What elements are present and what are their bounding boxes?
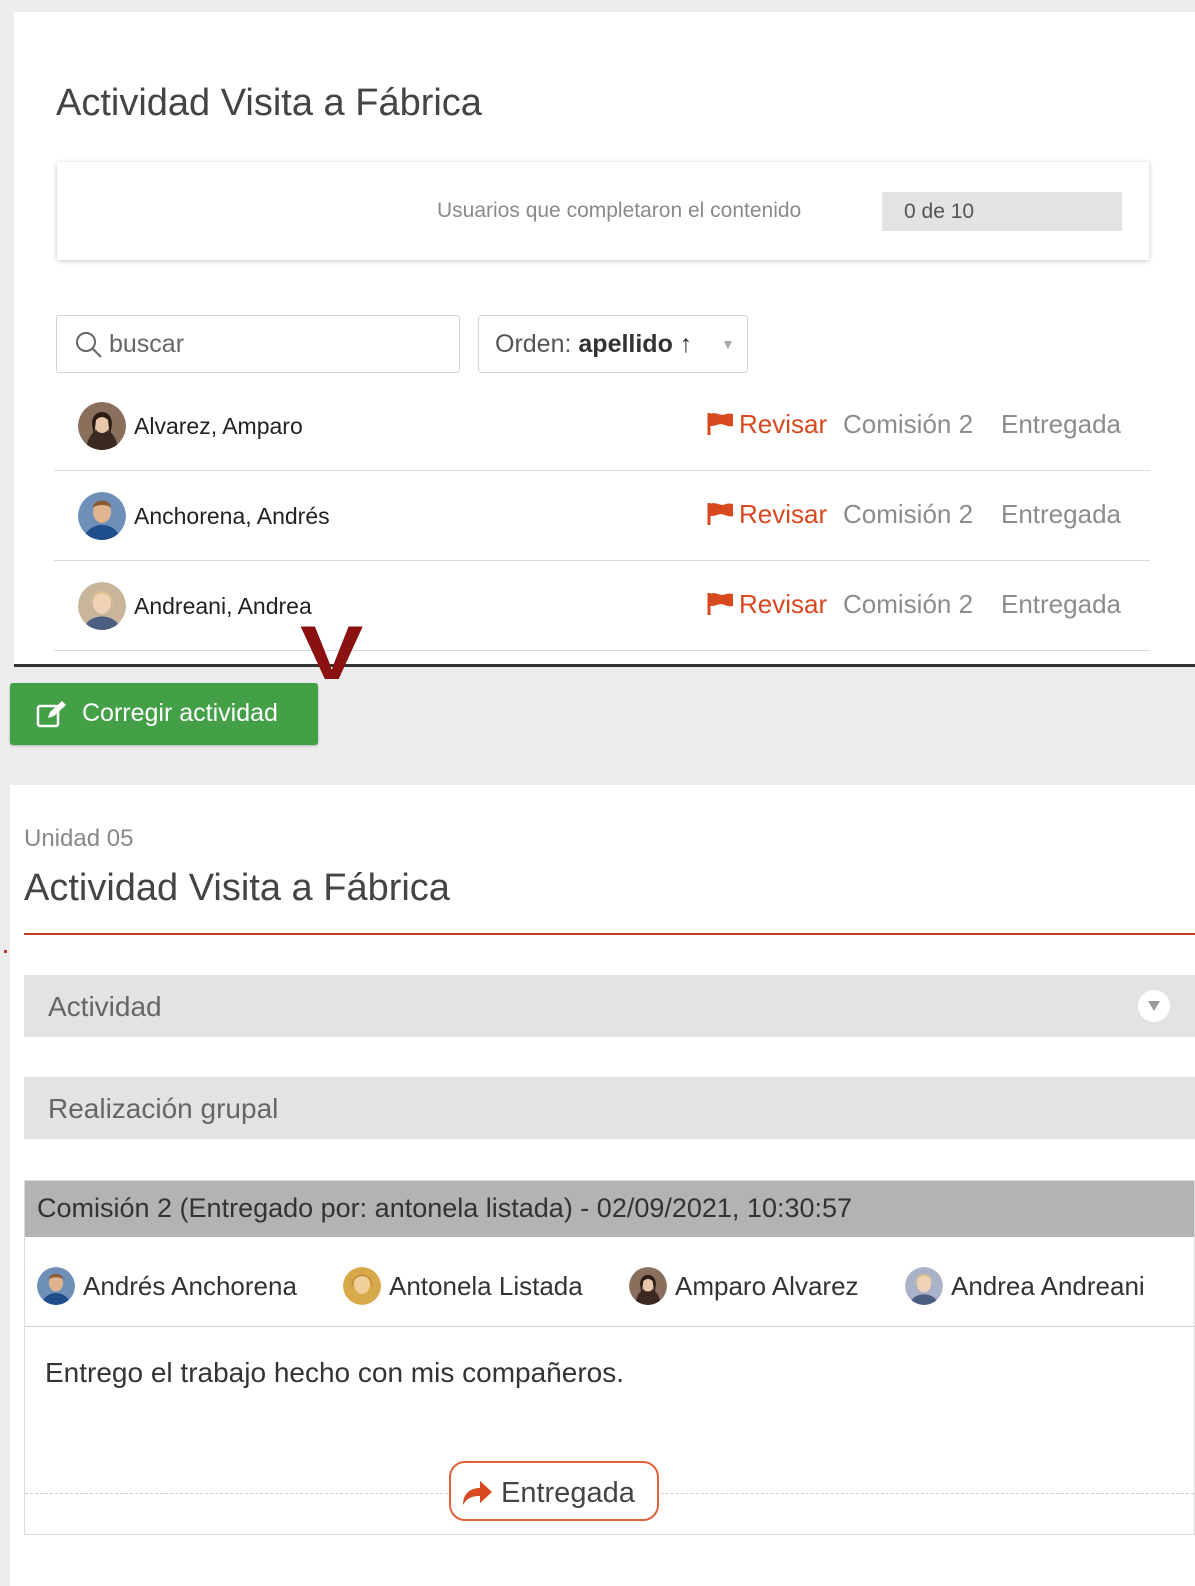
- member-name: Andrea Andreani: [951, 1271, 1145, 1301]
- divider-dot: [4, 950, 7, 953]
- student-row[interactable]: Anchorena, Andrés Revisar Comisión 2 Ent…: [54, 471, 1150, 561]
- submission-message: Entrego el trabajo hecho con mis compañe…: [45, 1357, 624, 1388]
- correct-activity-label: Corregir actividad: [82, 699, 278, 727]
- order-label: Orden:: [495, 330, 572, 358]
- group-members: Andrés Anchorena Antonela Listada Amparo…: [25, 1237, 1194, 1327]
- edit-icon: [36, 701, 66, 728]
- submissions-panel: Actividad Visita a Fábrica Usuarios que …: [14, 12, 1195, 667]
- caret-down-icon: ▼: [721, 336, 735, 352]
- annotation-mark: V: [300, 611, 364, 696]
- section-activity[interactable]: Actividad: [24, 975, 1195, 1037]
- flag-icon: [707, 413, 733, 435]
- progress-value: 0 de 10: [882, 192, 1122, 231]
- share-arrow-icon: [463, 1481, 492, 1505]
- status-label: Entregada: [1001, 589, 1121, 619]
- student-name: Andreani, Andrea: [134, 593, 312, 619]
- student-row[interactable]: Alvarez, Amparo Revisar Comisión 2 Entre…: [54, 381, 1150, 471]
- comision-label: Comisión 2: [843, 409, 974, 439]
- student-name: Anchorena, Andrés: [134, 503, 330, 529]
- member-name: Antonela Listada: [389, 1271, 583, 1301]
- avatar: [905, 1267, 943, 1305]
- member-name: Andrés Anchorena: [83, 1271, 297, 1301]
- activity-title: Actividad Visita a Fábrica: [24, 867, 450, 909]
- search-input[interactable]: buscar: [56, 315, 460, 373]
- group-submission-card: Comisión 2 (Entregado por: antonela list…: [24, 1180, 1195, 1535]
- review-link[interactable]: Revisar: [739, 589, 827, 620]
- avatar: [629, 1267, 667, 1305]
- status-label: Entregada: [1001, 409, 1121, 439]
- search-placeholder: buscar: [109, 330, 185, 358]
- correct-activity-button[interactable]: Corregir actividad: [10, 683, 318, 745]
- avatar: [78, 402, 126, 450]
- delivered-status-badge: Entregada: [449, 1461, 659, 1521]
- review-link[interactable]: Revisar: [739, 409, 827, 440]
- delivered-label: Entregada: [501, 1477, 635, 1509]
- flag-icon: [707, 503, 733, 525]
- collapse-toggle-icon[interactable]: [1138, 990, 1170, 1022]
- avatar: [37, 1267, 75, 1305]
- order-value: apellido ↑: [578, 330, 693, 358]
- avatar: [343, 1267, 381, 1305]
- comision-label: Comisión 2: [843, 499, 974, 529]
- student-name: Alvarez, Amparo: [134, 413, 303, 439]
- status-label: Entregada: [1001, 499, 1121, 529]
- activity-detail-panel: Unidad 05 Actividad Visita a Fábrica Act…: [4, 785, 1195, 1586]
- progress-card: Usuarios que completaron el contenido 0 …: [57, 162, 1149, 260]
- student-row[interactable]: Andreani, Andrea Revisar Comisión 2 Entr…: [54, 561, 1150, 651]
- section-group-work[interactable]: Realización grupal: [24, 1077, 1195, 1139]
- group-header-text: Comisión 2 (Entregado por: antonela list…: [37, 1193, 853, 1223]
- section-label: Actividad: [48, 991, 162, 1022]
- progress-label: Usuarios que completaron el contenido: [437, 199, 802, 222]
- avatar: [78, 582, 126, 630]
- page-title: Actividad Visita a Fábrica: [56, 82, 482, 124]
- unit-label: Unidad 05: [24, 825, 134, 852]
- review-link[interactable]: Revisar: [739, 499, 827, 530]
- comision-label: Comisión 2: [843, 589, 974, 619]
- section-label: Realización grupal: [48, 1093, 279, 1124]
- order-select[interactable]: Orden: apellido ↑ ▼: [478, 315, 748, 373]
- title-divider: [24, 933, 1195, 935]
- member-name: Amparo Alvarez: [675, 1271, 859, 1301]
- avatar: [78, 492, 126, 540]
- search-icon: [76, 332, 102, 358]
- group-header: Comisión 2 (Entregado por: antonela list…: [25, 1181, 1194, 1237]
- flag-icon: [707, 593, 733, 615]
